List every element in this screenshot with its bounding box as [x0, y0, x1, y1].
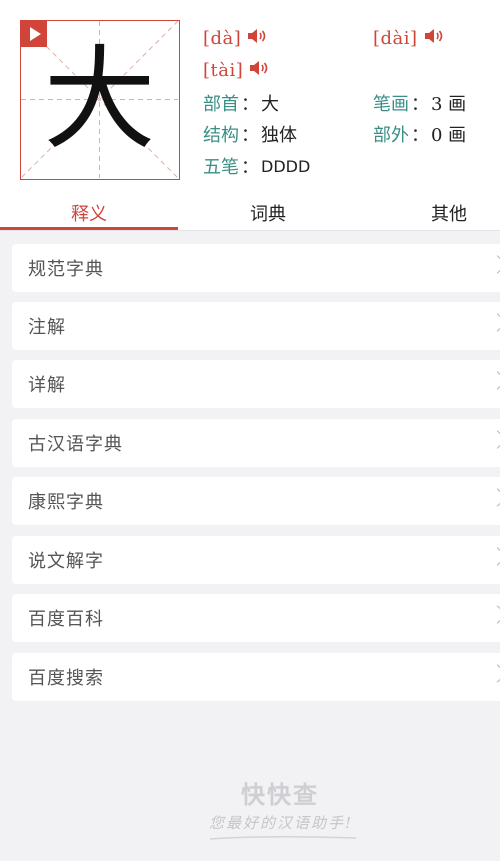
- list-item-shuowen[interactable]: 说文解字: [12, 536, 500, 584]
- speaker-icon[interactable]: [249, 60, 269, 81]
- pinyin-text: [dài]: [373, 28, 418, 49]
- tab-definition[interactable]: 释义: [0, 196, 178, 230]
- colon: ：: [411, 94, 429, 115]
- list-item-detailed[interactable]: 详解: [12, 360, 500, 408]
- tab-bar: 释义 词典 其他: [0, 196, 500, 231]
- active-tab-indicator: [0, 227, 178, 230]
- chevron-right-icon: [488, 488, 500, 507]
- list-item-baidu-search[interactable]: 百度搜索: [12, 653, 500, 701]
- pinyin-text: [tài]: [203, 60, 244, 81]
- pronunciation-1[interactable]: [dà]: [203, 28, 267, 49]
- list-item-standard-dictionary[interactable]: 规范字典: [12, 244, 500, 292]
- colon: ：: [411, 125, 429, 146]
- chevron-right-icon: [488, 371, 500, 390]
- colon: ：: [241, 157, 259, 178]
- footer-underline-stroke: [209, 835, 357, 840]
- list-item-annotation[interactable]: 注解: [12, 302, 500, 350]
- strokes-label: 笔画: [373, 94, 409, 115]
- list-item-baidu-baike[interactable]: 百度百科: [12, 594, 500, 642]
- play-icon: [30, 27, 41, 41]
- tab-other[interactable]: 其他: [358, 196, 500, 230]
- list-item-label: 规范字典: [28, 259, 104, 280]
- radical-info: 部首 ： 大: [203, 90, 279, 116]
- colon: ：: [241, 125, 259, 146]
- extra-strokes-info: 部外 ： 0 画: [373, 121, 466, 147]
- list-item-label: 古汉语字典: [28, 434, 123, 455]
- list-item-label: 百度搜索: [28, 668, 104, 689]
- character-grid-box: 大: [20, 20, 180, 180]
- pronunciation-2[interactable]: [dài]: [373, 28, 444, 49]
- strokes-value: 3 画: [431, 94, 467, 115]
- list-item-label: 详解: [28, 375, 66, 396]
- pinyin-text: [dà]: [203, 28, 242, 49]
- play-stroke-animation-button[interactable]: [21, 21, 47, 47]
- chevron-right-icon: [488, 430, 500, 449]
- list-item-label: 百度百科: [28, 609, 104, 630]
- footer-slogan: 您最好的汉语助手!: [208, 814, 354, 832]
- chevron-right-icon: [488, 664, 500, 683]
- extra-strokes-label: 部外: [373, 125, 409, 146]
- colon: ：: [241, 94, 259, 115]
- speaker-icon[interactable]: [424, 28, 444, 49]
- wubi-value: DDDD: [261, 156, 311, 176]
- chevron-right-icon: [488, 605, 500, 624]
- list-item-kangxi-dictionary[interactable]: 康熙字典: [12, 477, 500, 525]
- extra-strokes-value: 0 画: [431, 125, 467, 146]
- chevron-right-icon: [488, 255, 500, 274]
- radical-label: 部首: [203, 94, 239, 115]
- structure-info: 结构 ： 独体: [203, 121, 297, 147]
- list-item-classical-dictionary[interactable]: 古汉语字典: [12, 419, 500, 467]
- list-item-label: 注解: [28, 317, 66, 338]
- wubi-label: 五笔: [203, 157, 239, 178]
- structure-label: 结构: [203, 125, 239, 146]
- pronunciation-3[interactable]: [tài]: [203, 60, 269, 81]
- footer-brand-logo: 快快查: [241, 780, 319, 809]
- chevron-right-icon: [488, 547, 500, 566]
- chevron-right-icon: [488, 313, 500, 332]
- list-item-label: 说文解字: [28, 551, 104, 572]
- structure-value: 独体: [261, 125, 297, 146]
- list-item-label: 康熙字典: [28, 492, 104, 513]
- wubi-info: 五笔 ： DDDD: [203, 153, 310, 179]
- tab-dictionary[interactable]: 词典: [178, 196, 358, 230]
- strokes-info: 笔画 ： 3 画: [373, 90, 466, 116]
- speaker-icon[interactable]: [247, 28, 267, 49]
- radical-value: 大: [261, 94, 279, 115]
